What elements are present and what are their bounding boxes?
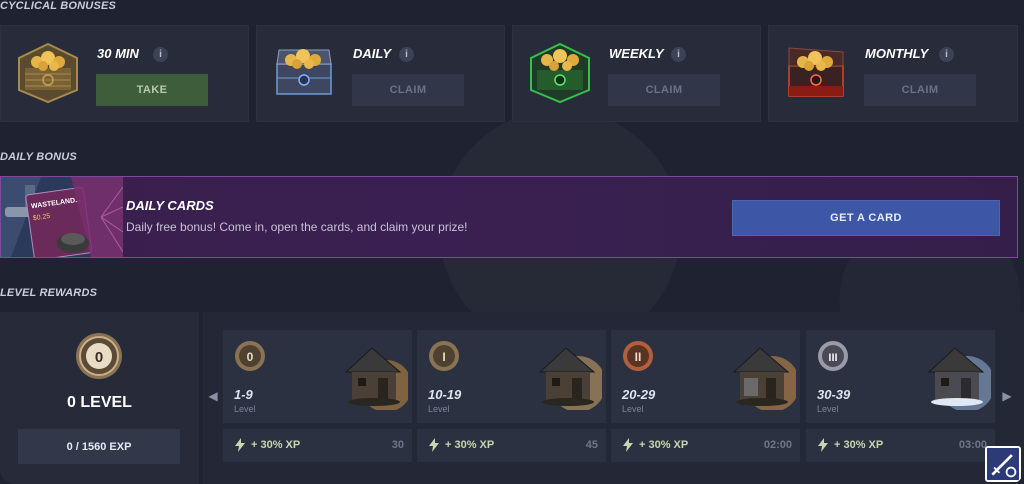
claim-button[interactable]: CLAIM	[352, 74, 464, 106]
claim-button[interactable]: CLAIM	[864, 74, 976, 106]
tier-range: 20-29	[622, 387, 656, 402]
tier-card[interactable]: II 20-29 Level	[611, 330, 800, 423]
tier-sub-label: Level	[622, 404, 644, 414]
bonus-title: DAILY	[353, 46, 392, 61]
daily-cards-art: WASTELAND... $0.25	[1, 177, 123, 257]
take-button[interactable]: TAKE	[96, 74, 208, 106]
tier-numeral: II	[635, 350, 642, 364]
info-icon[interactable]: i	[671, 47, 686, 62]
tier-sub-label: Level	[428, 404, 450, 414]
tier-range: 10-19	[428, 387, 462, 402]
level-label: 0 LEVEL	[67, 394, 132, 411]
lightning-icon	[235, 438, 245, 452]
chest-icon	[18, 42, 78, 104]
chest-icon	[276, 49, 332, 95]
rewards-page: CYCLICAL BONUSES 30 MIN i TAKE DAILY i C…	[0, 0, 1024, 484]
tier-xp-row: + 30% XP 45	[417, 429, 606, 462]
section-title-level: LEVEL REWARDS	[0, 287, 98, 299]
tier-xp-row: + 30% XP 03:00	[806, 429, 995, 462]
get-a-card-button[interactable]: GET A CARD	[732, 200, 1000, 236]
xp-bonus: + 30% XP	[251, 439, 301, 451]
level-badge-number: 0	[95, 349, 103, 366]
claim-button[interactable]: CLAIM	[608, 74, 720, 106]
xp-bonus: + 30% XP	[834, 439, 884, 451]
xp-bonus: + 30% XP	[639, 439, 689, 451]
tier-xp-row: + 30% XP 02:00	[611, 429, 800, 462]
tier-range: 30-39	[817, 387, 851, 402]
tier-sub-label: Level	[817, 404, 839, 414]
xp-bonus: + 30% XP	[445, 439, 495, 451]
section-title-cyclical: CYCLICAL BONUSES	[0, 0, 117, 12]
lightning-icon	[429, 438, 439, 452]
chest-icon	[788, 47, 844, 97]
house-icon	[732, 347, 796, 410]
xp-duration: 02:00	[763, 439, 792, 451]
tier-range: 1-9	[234, 387, 253, 402]
tier-sub-label: Level	[234, 404, 256, 414]
lightning-icon	[818, 438, 828, 452]
bonus-card-daily: DAILY i CLAIM	[256, 25, 505, 122]
tier-numeral: III	[828, 352, 837, 364]
tier-card[interactable]: I 10-19 Level	[417, 330, 606, 423]
bonus-card-monthly: MONTHLY i CLAIM	[768, 25, 1018, 122]
carousel-prev-arrow[interactable]: ◀	[208, 388, 218, 404]
sword-logo-icon[interactable]	[985, 446, 1021, 482]
lightning-icon	[623, 438, 633, 452]
carousel-next-arrow[interactable]: ▶	[1002, 388, 1012, 404]
bonus-title: WEEKLY	[609, 46, 664, 61]
info-icon[interactable]: i	[939, 47, 954, 62]
current-level-panel: 0 0 LEVEL 0 / 1560 EXP	[0, 312, 199, 484]
tier-badge-icon: I	[429, 341, 459, 371]
tier-badge-icon: II	[623, 341, 653, 371]
exp-progress: 0 / 1560 EXP	[18, 429, 180, 464]
tier-badge-icon: III	[818, 341, 848, 371]
banner-description: Daily free bonus! Come in, open the card…	[126, 220, 468, 234]
tier-numeral: I	[442, 350, 445, 364]
bonus-card-weekly: WEEKLY i CLAIM	[512, 25, 761, 122]
banner-title: DAILY CARDS	[126, 198, 214, 213]
bonus-title: 30 MIN	[97, 46, 139, 61]
xp-duration: 45	[585, 439, 598, 451]
tier-badge-icon: 0	[235, 341, 265, 371]
tier-numeral: 0	[247, 350, 254, 364]
bonus-card-30min: 30 MIN i TAKE	[0, 25, 249, 122]
daily-cards-banner: WASTELAND... $0.25 DAILY CARDS Daily fre…	[0, 176, 1018, 258]
level-badge-icon: 0	[76, 333, 122, 379]
house-icon	[344, 347, 408, 410]
xp-duration: 03:00	[958, 439, 987, 451]
info-icon[interactable]: i	[153, 47, 168, 62]
house-icon	[538, 347, 602, 410]
tier-card[interactable]: 0 1-9 Level	[223, 330, 412, 423]
info-icon[interactable]: i	[399, 47, 414, 62]
chest-icon	[530, 42, 590, 104]
tier-card[interactable]: III 30-39 Level	[806, 330, 995, 423]
house-icon	[927, 347, 991, 410]
tier-xp-row: + 30% XP 30	[223, 429, 412, 462]
bonus-title: MONTHLY	[865, 46, 929, 61]
xp-duration: 30	[391, 439, 404, 451]
section-title-daily: DAILY BONUS	[0, 151, 77, 163]
